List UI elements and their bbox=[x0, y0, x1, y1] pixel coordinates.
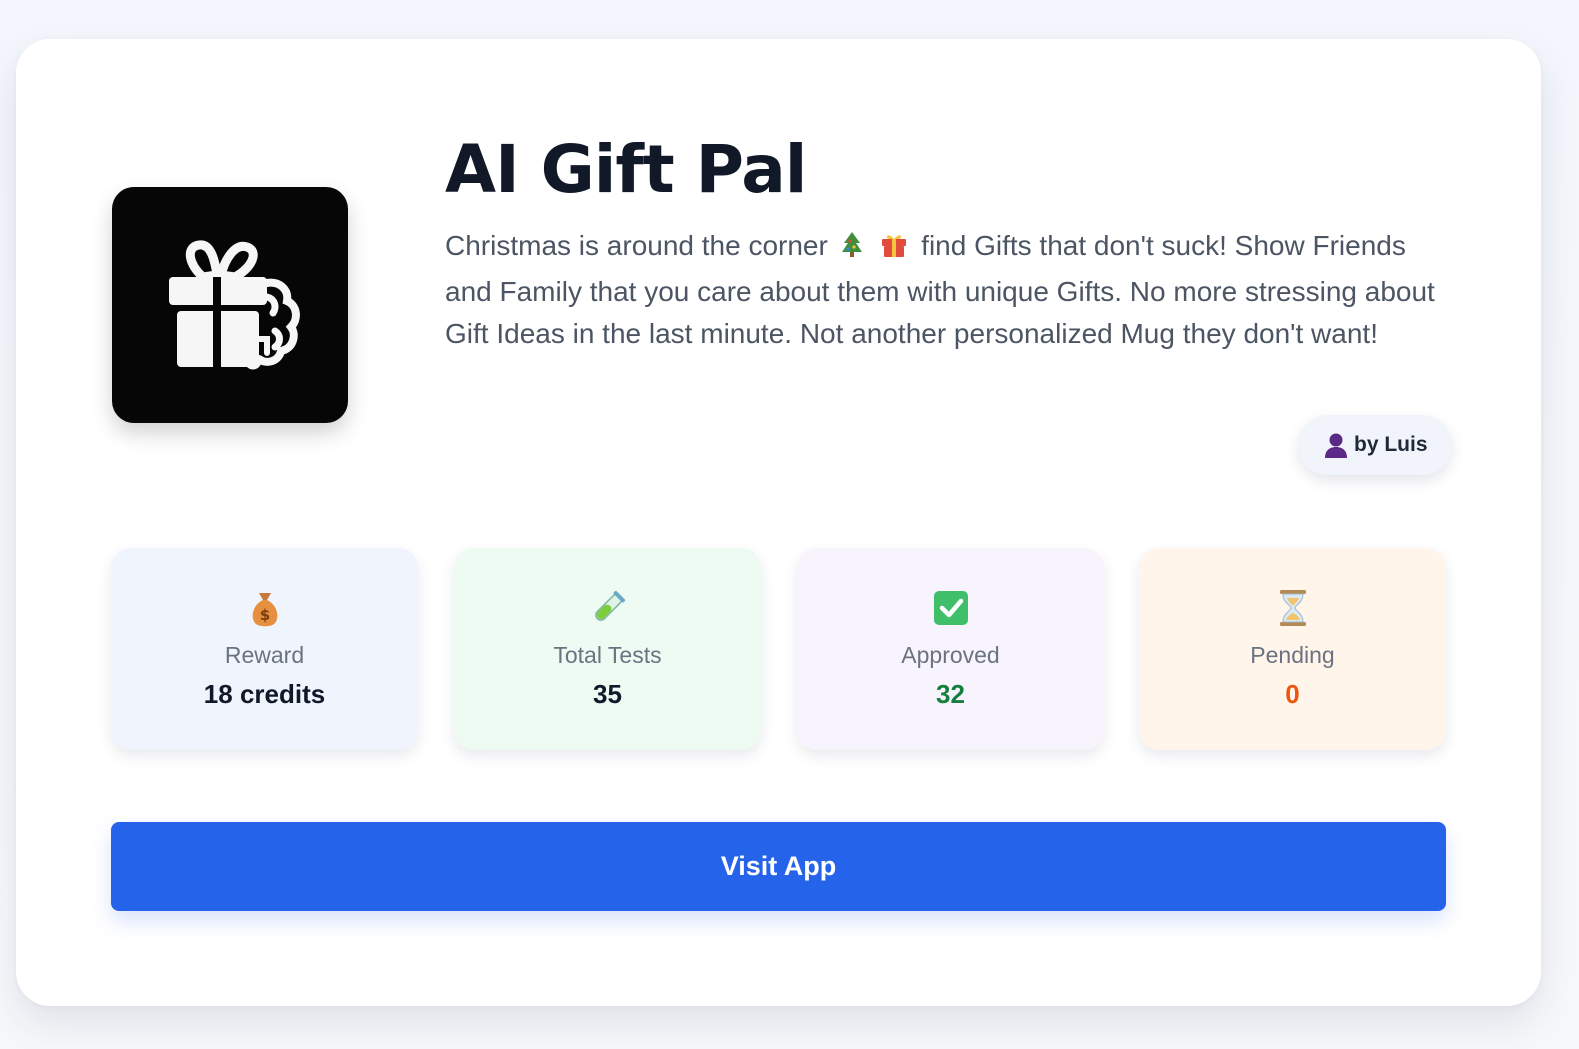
christmas-tree-icon bbox=[840, 229, 864, 271]
stat-label: Reward bbox=[224, 642, 305, 668]
gift-brain-icon bbox=[169, 240, 300, 370]
stat-card-total-tests: Total Tests 35 bbox=[454, 548, 761, 750]
person-icon bbox=[1325, 433, 1347, 458]
check-box-icon bbox=[933, 588, 969, 628]
test-tube-icon bbox=[589, 588, 627, 628]
svg-text:$: $ bbox=[259, 606, 269, 624]
stat-card-pending: Pending 0 bbox=[1139, 548, 1446, 750]
app-description: Christmas is around the corner find Gift… bbox=[445, 225, 1445, 355]
stat-value: 0 bbox=[1285, 679, 1300, 709]
visit-app-button[interactable]: Visit App bbox=[111, 822, 1446, 911]
stat-label: Total Tests bbox=[553, 642, 662, 668]
author-badge[interactable]: by Luis bbox=[1298, 415, 1452, 475]
stat-label: Pending bbox=[1250, 642, 1335, 668]
stat-card-reward: $ Reward 18 credits bbox=[111, 548, 418, 750]
stat-value: 35 bbox=[593, 679, 622, 709]
stat-card-approved: Approved 32 bbox=[797, 548, 1104, 750]
hourglass-icon bbox=[1278, 588, 1308, 628]
author-name: by Luis bbox=[1354, 433, 1428, 456]
description-text-1: Christmas is around the corner bbox=[445, 230, 828, 261]
stat-value: 18 credits bbox=[203, 679, 326, 709]
money-bag-icon: $ bbox=[248, 588, 282, 628]
stats-grid: $ Reward 18 credits Total Tests 35 Appro… bbox=[111, 548, 1446, 750]
app-card: AI Gift Pal Christmas is around the corn… bbox=[16, 39, 1541, 1006]
stat-value: 32 bbox=[936, 679, 965, 709]
stat-label: Approved bbox=[901, 642, 1000, 668]
gift-icon bbox=[879, 229, 909, 271]
app-logo bbox=[112, 187, 348, 423]
app-title: AI Gift Pal bbox=[445, 131, 807, 208]
